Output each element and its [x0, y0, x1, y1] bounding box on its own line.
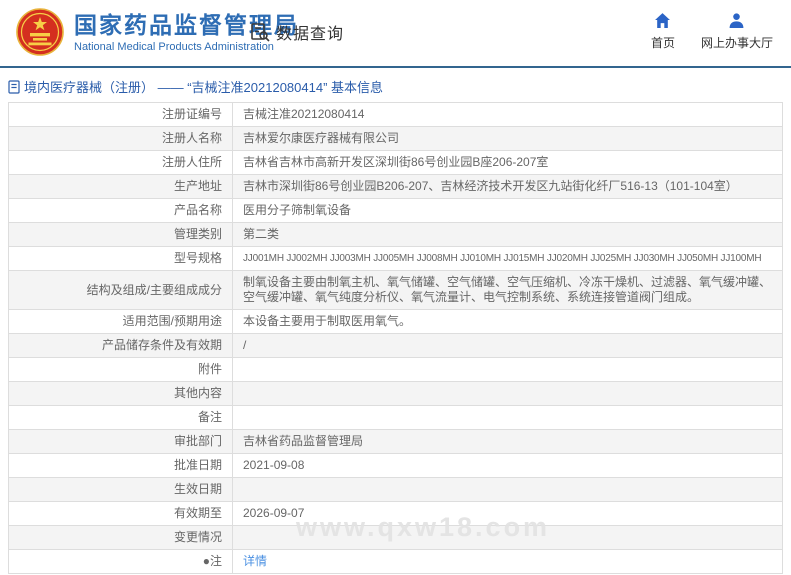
- national-emblem-icon: [16, 8, 64, 56]
- nav-hall-label: 网上办事大厅: [700, 36, 773, 50]
- row-value: [232, 525, 783, 550]
- document-icon: [8, 79, 20, 94]
- row-value: JJ001MH JJ002MH JJ003MH JJ005MH JJ008MH …: [232, 246, 783, 271]
- row-value: 2021-09-08: [232, 453, 783, 478]
- top-nav: 首页 网上办事大厅: [651, 12, 773, 51]
- row-label: 注册人住所: [8, 150, 233, 175]
- row-label: 备注: [8, 405, 233, 430]
- table-row: 产品名称 医用分子筛制氧设备: [8, 198, 783, 223]
- row-value: 医用分子筛制氧设备: [232, 198, 783, 223]
- row-value: 第二类: [232, 222, 783, 247]
- row-label: 其他内容: [8, 381, 233, 406]
- row-label: 结构及组成/主要组成成分: [8, 270, 233, 310]
- header: 国家药品监督管理局 National Medical Products Admi…: [0, 0, 791, 68]
- row-label: 审批部门: [8, 429, 233, 454]
- row-value: /: [232, 333, 783, 358]
- nav-home-label: 首页: [650, 36, 675, 50]
- table-row: 注册证编号 吉械注准20212080414: [8, 102, 783, 127]
- row-label: 生效日期: [8, 477, 233, 502]
- table-row: 生产地址 吉林市深圳街86号创业园B206-207、吉林经济技术开发区九站街化纤厂…: [8, 174, 783, 199]
- row-value: 详情: [232, 549, 783, 574]
- detail-link[interactable]: 详情: [243, 554, 267, 568]
- table-row: ●注 详情: [8, 549, 783, 574]
- table-row: 产品储存条件及有效期 /: [8, 333, 783, 358]
- row-label: 批准日期: [8, 453, 233, 478]
- table-row: 适用范围/预期用途 本设备主要用于制取医用氧气。: [8, 309, 783, 334]
- row-label: 附件: [8, 357, 233, 382]
- home-icon: [655, 13, 671, 28]
- info-table: 注册证编号 吉械注准20212080414 注册人名称 吉林爱尔康医疗器械有限公司 注册…: [8, 102, 783, 574]
- row-value: 本设备主要用于制取医用氧气。: [232, 309, 783, 334]
- row-value: 2026-09-07: [232, 501, 783, 526]
- row-label: 产品名称: [8, 198, 233, 223]
- row-value: [232, 405, 783, 430]
- row-label: 注册证编号: [8, 102, 233, 127]
- row-label: 型号规格: [8, 246, 233, 271]
- row-value: [232, 381, 783, 406]
- row-label: 生产地址: [8, 174, 233, 199]
- row-label: 有效期至: [8, 501, 233, 526]
- table-row: 其他内容: [8, 381, 783, 406]
- table-row: 管理类别 第二类: [8, 222, 783, 247]
- table-row: 注册人名称 吉林爱尔康医疗器械有限公司: [8, 126, 783, 151]
- breadcrumb-text: 境内医疗器械（注册） —— “吉械注准20212080414” 基本信息: [24, 80, 384, 95]
- info-table-body: 注册证编号 吉械注准20212080414 注册人名称 吉林爱尔康医疗器械有限公司 注册…: [8, 102, 783, 574]
- row-value: 制氧设备主要由制氧主机、氧气储罐、空气储罐、空气压缩机、冷冻干燥机、过滤器、氧气…: [232, 270, 783, 310]
- table-row: 审批部门 吉林省药品监督管理局: [8, 429, 783, 454]
- row-label: 适用范围/预期用途: [8, 309, 233, 334]
- row-label: 注册人名称: [8, 126, 233, 151]
- data-query-tab[interactable]: 数据查询: [250, 20, 344, 44]
- nav-home[interactable]: 首页: [651, 12, 675, 51]
- row-value: 吉林省吉林市高新开发区深圳街86号创业园B座206-207室: [232, 150, 783, 175]
- row-label: 产品储存条件及有效期: [8, 333, 233, 358]
- row-value: 吉械注准20212080414: [232, 102, 783, 127]
- row-label: ●注: [8, 549, 233, 574]
- table-row: 有效期至 2026-09-07: [8, 501, 783, 526]
- row-value: 吉林市深圳街86号创业园B206-207、吉林经济技术开发区九站街化纤厂516-…: [232, 174, 783, 199]
- table-row: 生效日期: [8, 477, 783, 502]
- table-row: 变更情况: [8, 525, 783, 550]
- table-row: 结构及组成/主要组成成分 制氧设备主要由制氧主机、氧气储罐、空气储罐、空气压缩机、…: [8, 270, 783, 310]
- table-row: 批准日期 2021-09-08: [8, 453, 783, 478]
- row-label: 管理类别: [8, 222, 233, 247]
- user-icon: [730, 13, 744, 28]
- table-row: 注册人住所 吉林省吉林市高新开发区深圳街86号创业园B座206-207室: [8, 150, 783, 175]
- table-row: 附件: [8, 357, 783, 382]
- row-value: 吉林爱尔康医疗器械有限公司: [232, 126, 783, 151]
- row-value: [232, 477, 783, 502]
- row-value: [232, 357, 783, 382]
- breadcrumb: 境内医疗器械（注册） —— “吉械注准20212080414” 基本信息: [0, 68, 791, 102]
- table-row: 型号规格 JJ001MH JJ002MH JJ003MH JJ005MH JJ00…: [8, 246, 783, 271]
- data-query-label: 数据查询: [276, 26, 345, 43]
- table-row: 备注: [8, 405, 783, 430]
- nav-online-hall[interactable]: 网上办事大厅: [701, 12, 773, 51]
- row-label: 变更情况: [8, 525, 233, 550]
- document-search-icon: [251, 22, 270, 42]
- row-value: 吉林省药品监督管理局: [232, 429, 783, 454]
